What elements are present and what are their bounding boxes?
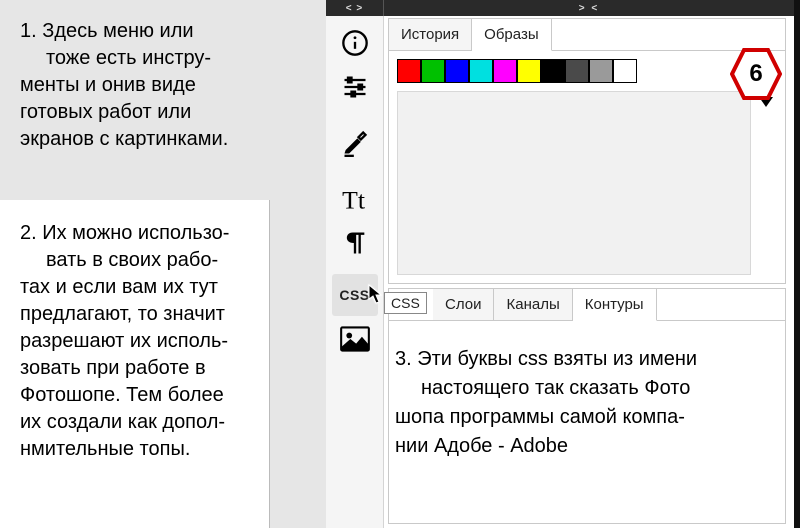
text-tool[interactable]: Tt (332, 178, 378, 220)
swatch-green[interactable] (421, 59, 445, 83)
step-badge-label: 6 (730, 48, 782, 100)
info-tool[interactable] (332, 22, 378, 64)
annotation-2: 2. Их можно использо-вать в своих рабо-т… (20, 220, 257, 463)
swatches-row (389, 51, 785, 83)
tab-layers[interactable]: Слои (433, 289, 494, 320)
app-topbar: < > > < (326, 0, 800, 16)
image-tool[interactable] (332, 318, 378, 360)
tab-paths[interactable]: Контуры (573, 289, 657, 321)
swatch-white[interactable] (613, 59, 637, 83)
right-border (794, 16, 800, 528)
css-tool[interactable]: CSS (332, 274, 378, 316)
swatch-gray[interactable] (589, 59, 613, 83)
paragraph-tool[interactable] (332, 222, 378, 264)
tab-channels[interactable]: Каналы (494, 289, 572, 320)
panels-area: История Образы (384, 16, 800, 528)
brush-tool[interactable] (332, 122, 378, 164)
swatch-darkgray[interactable] (565, 59, 589, 83)
swatch-yellow[interactable] (517, 59, 541, 83)
annotation-1: 1. Здесь меню илитоже есть инстру-менты … (20, 18, 310, 153)
bottom-panel-tabs: Слои Каналы Контуры (389, 289, 785, 321)
topbar-handle-left[interactable]: < > (326, 0, 384, 16)
top-panel-tabs: История Образы (389, 19, 785, 51)
tooltip-css: CSS (384, 292, 427, 314)
topbar-edge (794, 0, 800, 16)
preview-area (397, 91, 751, 275)
tab-history[interactable]: История (389, 19, 472, 50)
left-annotation-pane: 1. Здесь меню илитоже есть инстру-менты … (0, 0, 326, 528)
topbar-handle-center[interactable]: > < (384, 0, 794, 16)
swatch-blue[interactable] (445, 59, 469, 83)
swatch-black[interactable] (541, 59, 565, 83)
sliders-tool[interactable] (332, 66, 378, 108)
step-badge-6: 6 (730, 48, 782, 100)
swatch-magenta[interactable] (493, 59, 517, 83)
annotation-2-card: 2. Их можно использо-вать в своих рабо-т… (0, 200, 270, 528)
swatch-cyan[interactable] (469, 59, 493, 83)
top-panel: История Образы (388, 18, 786, 284)
bottom-panel: Слои Каналы Контуры 3. Эти буквы css взя… (388, 288, 786, 524)
swatch-red[interactable] (397, 59, 421, 83)
tool-column: Tt CSS (326, 16, 384, 528)
app-pane: < > > < Tt (326, 0, 800, 528)
tab-swatches[interactable]: Образы (472, 19, 551, 51)
svg-text:Tt: Tt (342, 185, 365, 213)
annotation-3: 3. Эти буквы css взяты из именинастоящег… (395, 345, 775, 461)
